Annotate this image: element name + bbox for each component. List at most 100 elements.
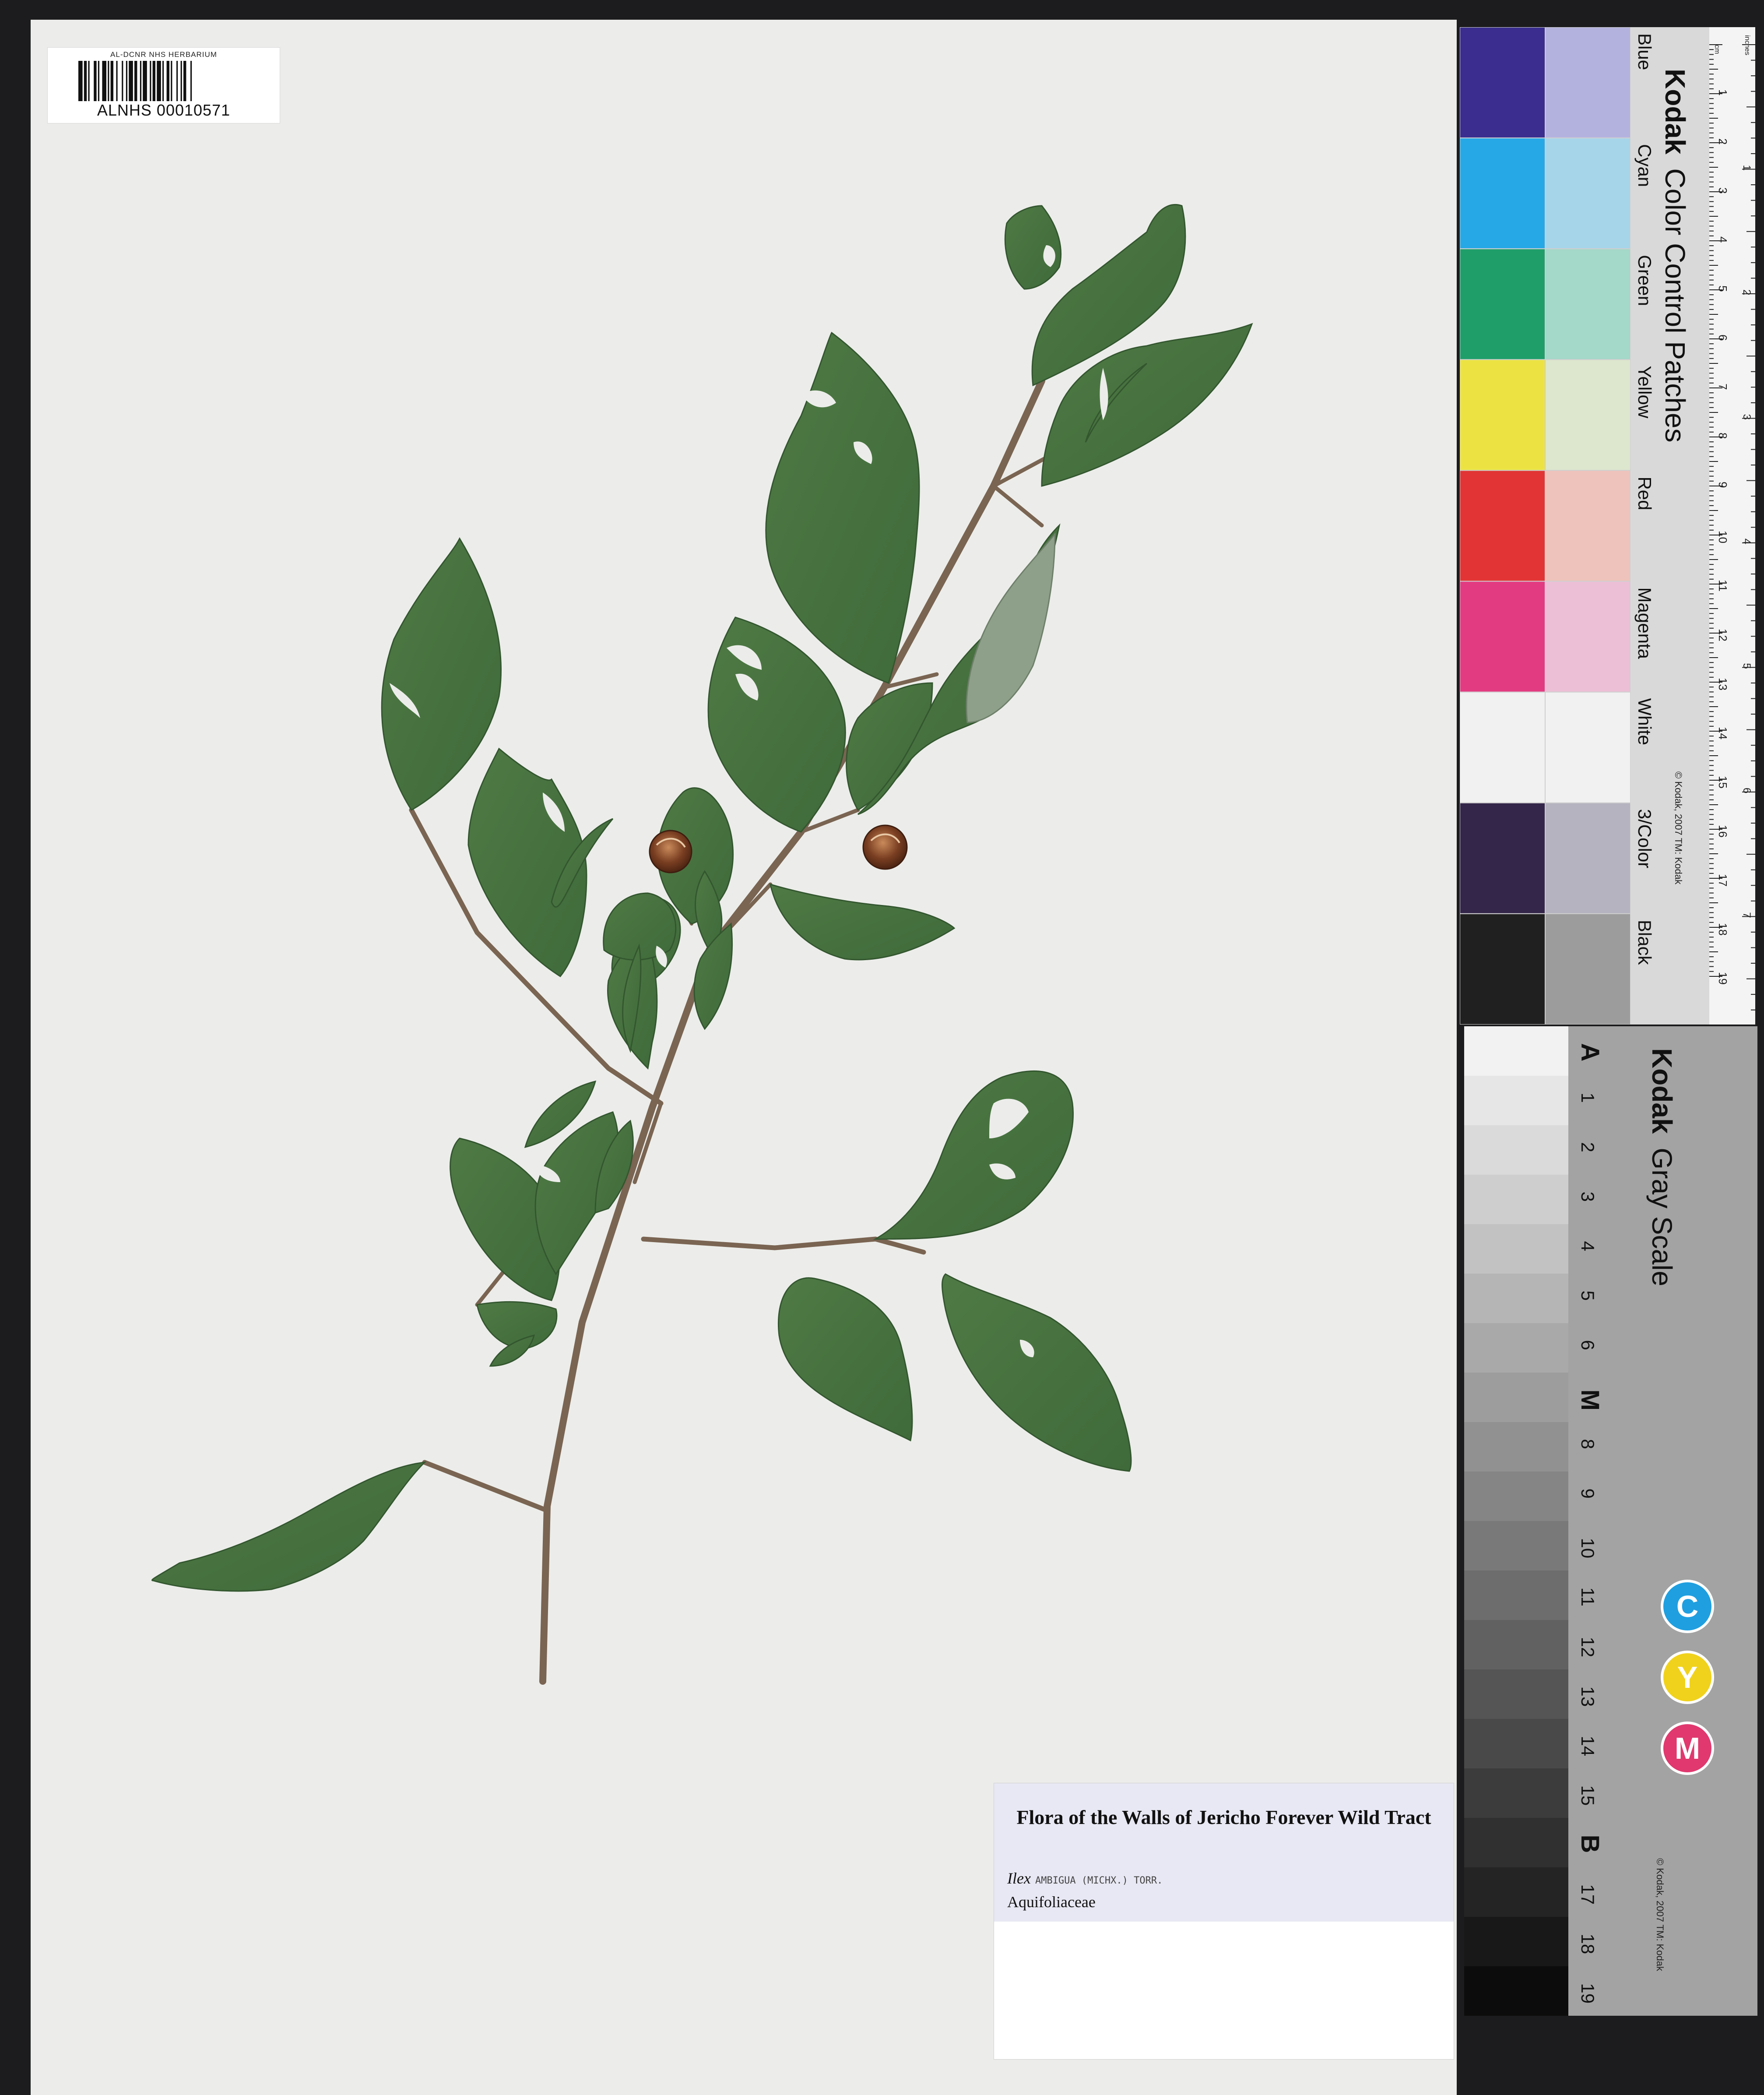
gray-card-graphic: A123456M89101112131415B171819 Kodak Gray… [1464, 1026, 1757, 2016]
patch-label: Green [1634, 255, 1655, 306]
patch-cyan-dark [1459, 137, 1546, 250]
side-branch-right [641, 1236, 926, 1255]
gray-step-label: 5 [1578, 1291, 1598, 1301]
cym-mark-label: C [1676, 1589, 1699, 1623]
gray-step-label: A [1576, 1043, 1604, 1062]
leaf [769, 883, 956, 961]
patch-label: Yellow [1634, 366, 1655, 419]
patch-3color-dark [1459, 802, 1546, 914]
gray-step [1464, 1867, 1568, 1917]
ruler-inch-label: 2 [1741, 289, 1753, 295]
ruler-cm-label: 14 [1716, 727, 1729, 739]
gray-step-label: 6 [1578, 1340, 1598, 1350]
patch-white-dark [1459, 691, 1546, 803]
patch-label: Red [1634, 476, 1655, 510]
collection-title: Flora of the Walls of Jericho Forever Wi… [1016, 1806, 1431, 1828]
gray-step-label: 14 [1578, 1736, 1598, 1757]
gray-step [1464, 1026, 1568, 1076]
gray-step [1464, 1966, 1568, 2016]
gray-step-label: 2 [1578, 1142, 1598, 1152]
patch-blue-dark [1459, 27, 1546, 139]
gray-step [1464, 1373, 1568, 1422]
ruler-cm-label: 3 [1716, 187, 1729, 194]
leaf [942, 1273, 1132, 1472]
gray-step-label: 17 [1578, 1884, 1598, 1905]
patch-red-dark [1459, 470, 1546, 582]
ruler-cm-label: 4 [1716, 236, 1729, 243]
ruler-cm-label: 5 [1716, 285, 1729, 292]
ruler-cm-label: 7 [1716, 384, 1729, 390]
ruler-cm-label: 8 [1716, 433, 1729, 439]
cym-mark-label: M [1675, 1731, 1700, 1765]
cym-mark-label: Y [1677, 1660, 1698, 1694]
specimen-label: Flora of the Walls of Jericho Forever Wi… [994, 1783, 1454, 2060]
gray-step-label: 18 [1578, 1934, 1598, 1954]
gray-step-label: 15 [1578, 1785, 1598, 1806]
ruler-inch-label: 7 [1741, 912, 1753, 918]
gray-step-label: 8 [1578, 1439, 1598, 1449]
color-card-copyright: © Kodak, 2007 TM: Kodak [1673, 771, 1684, 885]
patch-3color-light [1545, 802, 1631, 914]
patch-green-dark [1459, 248, 1546, 360]
gray-step-label: 11 [1578, 1588, 1598, 1607]
patch-label: White [1634, 698, 1655, 745]
patch-yellow-dark [1459, 359, 1546, 471]
patch-black-dark [1459, 913, 1546, 1025]
taxon-name: Ilex AMBIGUA (MICHX.) TORR. [1007, 1869, 1163, 1887]
gray-step [1464, 1669, 1568, 1719]
fruit [862, 824, 908, 870]
ruler-cm-label: 1 [1716, 89, 1729, 95]
leaf [1004, 205, 1062, 290]
gray-step-label: 4 [1578, 1241, 1598, 1251]
ruler-cm-label: 9 [1716, 482, 1729, 488]
gray-step-label: 1 [1578, 1093, 1598, 1103]
gray-step [1464, 1175, 1568, 1224]
gray-steps [1464, 1026, 1568, 2016]
family-name: Aquifoliaceae [1007, 1893, 1096, 1911]
gray-step [1464, 1818, 1568, 1867]
gray-step-label: 10 [1578, 1538, 1598, 1559]
patch-magenta-light [1545, 581, 1631, 693]
ruler-cm-label: 6 [1716, 334, 1729, 341]
patch-cyan-light [1545, 137, 1631, 250]
ruler-cm-label: 10 [1716, 531, 1729, 543]
leaf [765, 331, 920, 684]
gray-step-label: M [1576, 1390, 1604, 1411]
gray-step [1464, 1422, 1568, 1472]
gray-step [1464, 1125, 1568, 1175]
gray-step [1464, 1274, 1568, 1323]
leaf [381, 537, 502, 811]
gray-step [1464, 1917, 1568, 1966]
side-branch-lower-left [422, 1460, 550, 1513]
color-card-brand: Kodak [1659, 69, 1691, 155]
ruler-cm-label: 15 [1716, 776, 1729, 789]
gray-step-label: 12 [1578, 1637, 1598, 1658]
patch-labels: Blue Cyan Green Yellow Red Magenta White 3/Colo… [1634, 33, 1655, 965]
gray-step-label: 13 [1578, 1687, 1598, 1707]
gray-step-label: 9 [1578, 1489, 1598, 1499]
leaf [778, 1277, 913, 1442]
stems [409, 377, 1053, 1685]
kodak-gray-scale-card: A 1 2 3 4 5 6 M 8 9 10 11 12 13 14 15 B 17 18 19 Kodak Gray… [1464, 1026, 1757, 2016]
ruler-inch-label: 4 [1741, 539, 1753, 544]
ruler-inch-label: 1 [1741, 165, 1753, 170]
gray-step-label: B [1576, 1835, 1604, 1853]
gray-step-label: 3 [1578, 1192, 1598, 1202]
patch-yellow-light [1545, 359, 1631, 471]
ruler-cm-label: 12 [1716, 629, 1729, 641]
ruler-cm-label: 13 [1716, 678, 1729, 690]
patch-label: 3/Color [1634, 809, 1655, 868]
gray-card-brand: Kodak [1646, 1048, 1678, 1134]
gray-card-title-rest: Gray Scale [1646, 1148, 1678, 1286]
patch-label: Cyan [1634, 144, 1655, 187]
color-card-title-rest: Color Control Patches [1659, 168, 1691, 442]
handwritten-epithet: AMBIGUA (MICHX.) TORR. [1035, 1875, 1163, 1886]
patch-white-light [1545, 691, 1631, 803]
gray-step [1464, 1768, 1568, 1818]
cym-registration-marks: C Y M [1661, 1580, 1714, 1775]
patch-label: Magenta [1634, 588, 1655, 659]
patch-magenta-dark [1459, 581, 1546, 693]
genus: Ilex [1007, 1870, 1031, 1887]
gray-step [1464, 1719, 1568, 1768]
gray-step [1464, 1570, 1568, 1620]
